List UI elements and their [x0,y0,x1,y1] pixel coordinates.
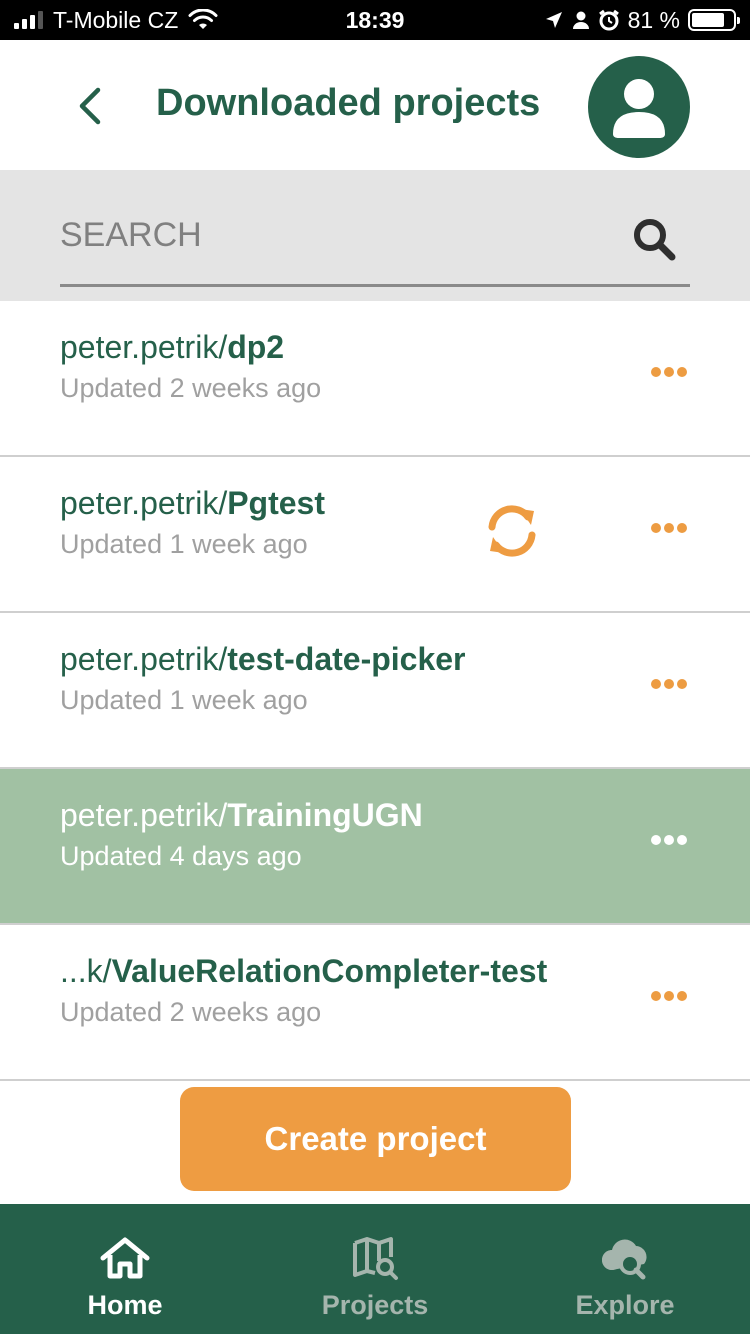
more-options-icon[interactable] [646,513,692,543]
location-arrow-icon [545,12,562,28]
nav-item-explore[interactable]: Explore [500,1204,750,1334]
user-avatar-button[interactable] [588,56,690,158]
user-icon [613,79,665,138]
project-updated-time: Updated 1 week ago [60,685,308,715]
project-title: ...k/ValueRelationCompleter-test [60,953,548,989]
project-row[interactable]: peter.petrik/Pgtest Updated 1 week ago [0,457,750,613]
page-title: Downloaded projects [156,82,541,124]
create-project-button[interactable]: Create project [180,1087,571,1191]
search-input[interactable] [60,210,620,260]
back-button[interactable] [62,78,118,134]
project-title: peter.petrik/dp2 [60,329,285,365]
search-bar [0,170,750,301]
cloud-search-icon [602,1239,647,1280]
header: Downloaded projects [0,40,750,170]
more-options-icon[interactable] [646,357,692,387]
nav-label-explore: Explore [575,1290,675,1320]
project-updated-time: Updated 2 weeks ago [60,373,322,403]
more-options-icon[interactable] [646,981,692,1011]
map-search-icon [353,1237,398,1280]
project-title: peter.petrik/TrainingUGN [60,797,423,833]
project-updated-time: Updated 2 weeks ago [60,997,322,1027]
battery-percent: 81 % [627,6,680,33]
app-screen: T-Mobile CZ 18:39 81 % Downloaded projec… [0,0,750,1334]
nav-item-home[interactable]: Home [0,1204,250,1334]
project-title: peter.petrik/test-date-picker [60,641,466,677]
battery-icon [688,9,740,31]
project-row[interactable]: peter.petrik/test-date-picker Updated 1 … [0,613,750,769]
nav-item-projects[interactable]: Projects [250,1204,500,1334]
status-right: 81 % [544,0,740,40]
home-icon [100,1237,150,1279]
project-row[interactable]: ...k/ValueRelationCompleter-test Updated… [0,925,750,1081]
chevron-left-icon [79,87,101,125]
alarm-clock-icon [598,9,619,31]
project-title: peter.petrik/Pgtest [60,485,325,521]
search-underline [60,284,690,287]
more-options-icon[interactable] [646,669,692,699]
nav-label-home: Home [87,1290,163,1320]
project-row-selected[interactable]: peter.petrik/TrainingUGN Updated 4 days … [0,769,750,925]
project-updated-time: Updated 4 days ago [60,841,302,871]
nav-label-projects: Projects [321,1290,429,1320]
person-icon [572,11,589,29]
project-updated-time: Updated 1 week ago [60,529,308,559]
project-list: peter.petrik/dp2 Updated 2 weeks ago pet… [0,301,750,1081]
search-icon[interactable] [630,216,680,262]
sync-icon[interactable] [484,503,540,559]
more-options-icon[interactable] [646,825,692,855]
bottom-navigation: Home Projects Explore [0,1204,750,1334]
project-row[interactable]: peter.petrik/dp2 Updated 2 weeks ago [0,301,750,457]
status-bar: T-Mobile CZ 18:39 81 % [0,0,750,40]
